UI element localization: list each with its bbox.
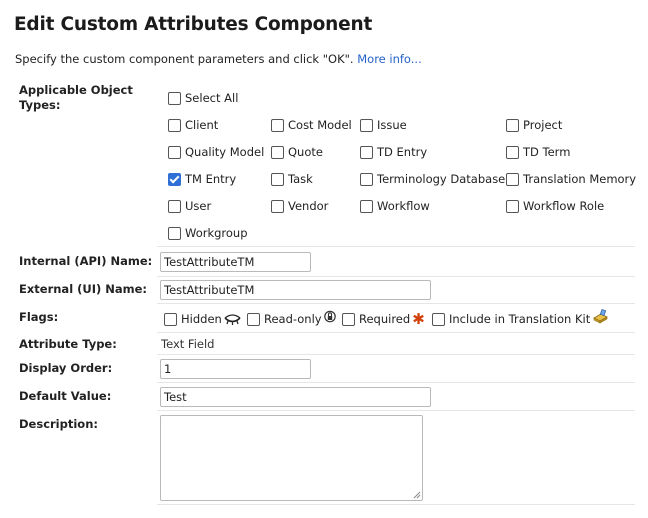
checkbox-box[interactable] [342,312,355,326]
attribute-type-value: Text Field [161,337,215,351]
checkbox-label: TM Entry [185,172,237,186]
checkbox-label: Quality Model [185,145,265,159]
default-value-input[interactable] [160,387,431,407]
checkbox-label: Task [288,172,313,186]
checkbox-vendor[interactable]: Vendor [271,199,328,213]
attribute-type-label: Attribute Type: [19,337,117,351]
checkbox-label: Project [523,118,563,132]
checkbox-box[interactable] [247,312,260,326]
checkbox-quality-model[interactable]: Quality Model [168,145,264,159]
required-asterisk-icon: ✱ [412,310,425,328]
checkbox-label: Issue [377,118,407,132]
default-value-label: Default Value: [19,389,112,403]
flag-label: Read-only [264,312,322,326]
eye-closed-icon [224,313,241,325]
flag-hidden[interactable]: Hidden [164,312,241,326]
checkbox-label: Workflow Role [523,199,605,213]
external-name-label: External (UI) Name: [19,282,148,296]
checkbox-issue[interactable]: Issue [360,118,407,132]
checkbox-task[interactable]: Task [271,172,313,186]
checkbox-label: TD Entry [377,145,428,159]
checkbox-box[interactable] [164,312,177,326]
checkbox-box[interactable] [506,118,519,132]
description-label: Description: [19,417,98,431]
flag-read-only[interactable]: Read-only [247,310,336,326]
flag-label: Include in Translation Kit [449,312,591,326]
checkbox-label: User [185,199,212,213]
checkbox-box[interactable] [168,91,181,105]
checkbox-translation-memory[interactable]: Translation Memory [506,172,636,186]
internal-name-input[interactable] [160,252,311,272]
intro-text: Specify the custom component parameters … [15,52,422,66]
checkbox-box[interactable] [506,172,519,186]
checkbox-label: Client [185,118,219,132]
more-info-link[interactable]: More info... [357,52,422,66]
checkbox-box[interactable] [168,199,181,213]
checkbox-box[interactable] [271,145,284,159]
checkbox-label: Translation Memory [523,172,637,186]
checkbox-label: Quote [288,145,323,159]
divider [157,332,635,333]
checkbox-client[interactable]: Client [168,118,218,132]
checkbox-cost-model[interactable]: Cost Model [271,118,352,132]
checkbox-label: Cost Model [288,118,352,132]
divider [157,354,635,355]
checkbox-box[interactable] [271,199,284,213]
checkbox-box[interactable] [168,226,181,240]
checkbox-box[interactable] [506,199,519,213]
internal-name-label: Internal (API) Name: [19,254,153,268]
lock-icon [323,310,336,322]
divider [157,303,635,304]
checkbox-td-term[interactable]: TD Term [506,145,570,159]
divider [157,410,635,411]
checkbox-project[interactable]: Project [506,118,562,132]
checkbox-box[interactable] [506,145,519,159]
checkbox-label: Workgroup [185,226,248,240]
divider [157,504,635,505]
checkbox-terminology-database[interactable]: Terminology Database [360,172,505,186]
external-name-input[interactable] [160,280,431,300]
checkbox-box[interactable] [168,145,181,159]
intro-instructions: Specify the custom component parameters … [15,52,354,66]
checkbox-td-entry[interactable]: TD Entry [360,145,427,159]
page-title: Edit Custom Attributes Component [14,14,373,35]
description-textarea[interactable] [160,415,423,501]
checkbox-box[interactable] [360,118,373,132]
translation-kit-icon [593,308,609,324]
checkbox-box[interactable] [271,172,284,186]
display-order-input[interactable] [160,359,311,379]
resize-grip-icon[interactable] [413,491,421,499]
checkbox-box[interactable] [168,172,181,186]
divider [157,276,635,277]
checkbox-label: Select All [185,91,239,105]
checkbox-box[interactable] [271,118,284,132]
flags-label: Flags: [19,310,59,324]
flag-include-in-translation-kit[interactable]: Include in Translation Kit [432,308,609,326]
object-types-label: Applicable Object Types: [19,83,133,112]
checkbox-select-all[interactable]: Select All [168,91,238,105]
checkbox-workgroup[interactable]: Workgroup [168,226,248,240]
display-order-label: Display Order: [19,361,113,375]
checkbox-box[interactable] [360,145,373,159]
checkbox-workflow-role[interactable]: Workflow Role [506,199,604,213]
checkbox-label: Workflow [377,199,430,213]
flag-required[interactable]: Required ✱ [342,310,425,328]
checkbox-tm-entry[interactable]: TM Entry [168,172,236,186]
divider [157,246,635,247]
checkbox-quote[interactable]: Quote [271,145,323,159]
checkbox-label: Terminology Database [377,172,506,186]
checkbox-box[interactable] [360,199,373,213]
checkbox-label: Vendor [288,199,329,213]
flag-label: Hidden [181,312,222,326]
checkbox-box[interactable] [360,172,373,186]
checkbox-user[interactable]: User [168,199,211,213]
checkbox-box[interactable] [168,118,181,132]
checkbox-label: TD Term [523,145,571,159]
checkbox-workflow[interactable]: Workflow [360,199,430,213]
checkbox-box[interactable] [432,312,445,326]
flag-label: Required [359,312,411,326]
divider [157,382,635,383]
